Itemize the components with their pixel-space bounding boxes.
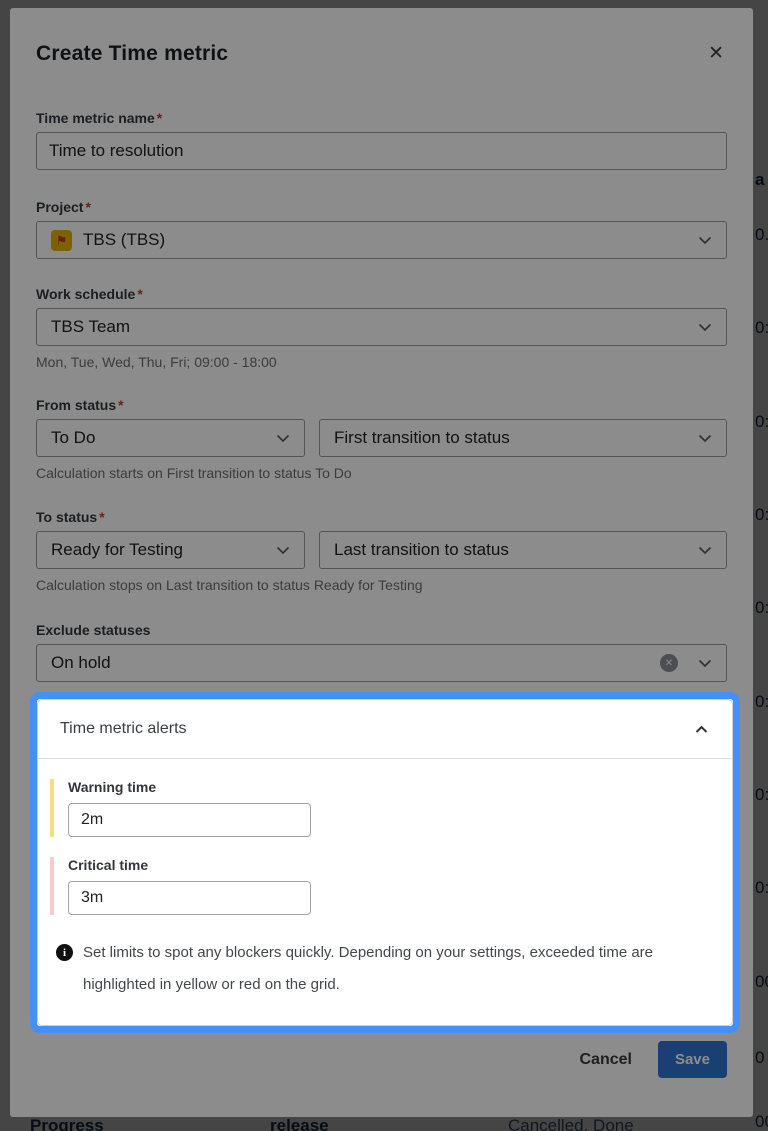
to-status-select-value: Ready for Testing xyxy=(51,540,268,560)
work-schedule-label: Work schedule* xyxy=(36,286,727,302)
from-status-field: From status* To Do First transition to s… xyxy=(36,397,727,481)
required-asterisk: * xyxy=(118,397,123,413)
work-schedule-select-value: TBS Team xyxy=(51,317,690,337)
work-schedule-select[interactable]: TBS Team xyxy=(36,308,727,346)
to-status-helper-text: Calculation stops on Last transition to … xyxy=(36,577,727,593)
chevron-down-icon xyxy=(698,323,712,332)
cancel-button[interactable]: Cancel xyxy=(579,1051,631,1069)
info-icon: i xyxy=(56,944,73,961)
from-transition-select[interactable]: First transition to status xyxy=(319,419,727,457)
work-schedule-field: Work schedule* TBS Team Mon, Tue, Wed, T… xyxy=(36,286,727,370)
exclude-statuses-label: Exclude statuses xyxy=(36,622,727,638)
from-status-select-value: To Do xyxy=(51,428,268,448)
save-button[interactable]: Save xyxy=(658,1041,727,1078)
to-transition-select-value: Last transition to status xyxy=(334,540,690,560)
warning-time-label: Warning time xyxy=(68,779,712,795)
chevron-down-icon xyxy=(698,236,712,245)
chevron-down-icon xyxy=(276,434,290,443)
time-metric-name-label: Time metric name* xyxy=(36,110,727,126)
critical-time-block: Critical time xyxy=(50,857,712,915)
warning-time-input[interactable] xyxy=(68,803,311,837)
alerts-panel-header[interactable]: Time metric alerts xyxy=(38,700,732,759)
exclude-statuses-field: Exclude statuses On hold ✕ xyxy=(36,622,727,682)
required-asterisk: * xyxy=(157,110,162,126)
project-label: Project* xyxy=(36,199,727,215)
dialog-footer: Cancel Save xyxy=(36,1041,727,1078)
work-schedule-helper-text: Mon, Tue, Wed, Thu, Fri; 09:00 - 18:00 xyxy=(36,354,727,370)
project-avatar-icon: ⚑ xyxy=(51,230,72,251)
required-asterisk: * xyxy=(99,509,104,525)
chevron-up-icon[interactable] xyxy=(693,723,710,736)
close-icon[interactable]: ✕ xyxy=(704,42,728,65)
critical-time-label: Critical time xyxy=(68,857,712,873)
to-status-select[interactable]: Ready for Testing xyxy=(36,531,305,569)
alerts-info-text: Set limits to spot any blockers quickly.… xyxy=(83,937,653,1001)
clear-selection-icon[interactable]: ✕ xyxy=(660,654,678,672)
warning-time-block: Warning time xyxy=(50,779,712,837)
dialog-header: Create Time metric ✕ xyxy=(36,42,727,66)
to-status-label: To status* xyxy=(36,509,727,525)
chevron-down-icon xyxy=(698,434,712,443)
to-status-field: To status* Ready for Testing Last transi… xyxy=(36,509,727,593)
chevron-down-icon xyxy=(698,546,712,555)
from-status-select[interactable]: To Do xyxy=(36,419,305,457)
required-asterisk: * xyxy=(85,199,90,215)
chevron-down-icon xyxy=(276,546,290,555)
chevron-down-icon xyxy=(698,659,712,668)
required-asterisk: * xyxy=(137,286,142,302)
project-field: Project* ⚑ TBS (TBS) xyxy=(36,199,727,259)
project-select-value: TBS (TBS) xyxy=(83,230,690,250)
alerts-info-note: i Set limits to spot any blockers quickl… xyxy=(56,937,712,1001)
critical-time-input[interactable] xyxy=(68,881,311,915)
exclude-statuses-select[interactable]: On hold ✕ xyxy=(36,644,727,682)
create-time-metric-dialog: Create Time metric ✕ Time metric name* P… xyxy=(10,8,753,1117)
to-transition-select[interactable]: Last transition to status xyxy=(319,531,727,569)
alerts-panel-body: Warning time Critical time i Set limits … xyxy=(38,759,732,1025)
time-metric-name-input[interactable] xyxy=(36,132,727,170)
alerts-panel-title: Time metric alerts xyxy=(60,720,187,738)
time-metric-name-field: Time metric name* xyxy=(36,110,727,170)
project-select[interactable]: ⚑ TBS (TBS) xyxy=(36,221,727,259)
time-metric-alerts-panel: Time metric alerts Warning time Critical… xyxy=(37,699,733,1026)
from-status-helper-text: Calculation starts on First transition t… xyxy=(36,465,727,481)
from-status-label: From status* xyxy=(36,397,727,413)
exclude-statuses-select-value: On hold xyxy=(51,653,660,673)
dialog-title: Create Time metric xyxy=(36,42,228,66)
time-metric-alerts-highlight: Time metric alerts Warning time Critical… xyxy=(30,692,740,1033)
from-transition-select-value: First transition to status xyxy=(334,428,690,448)
